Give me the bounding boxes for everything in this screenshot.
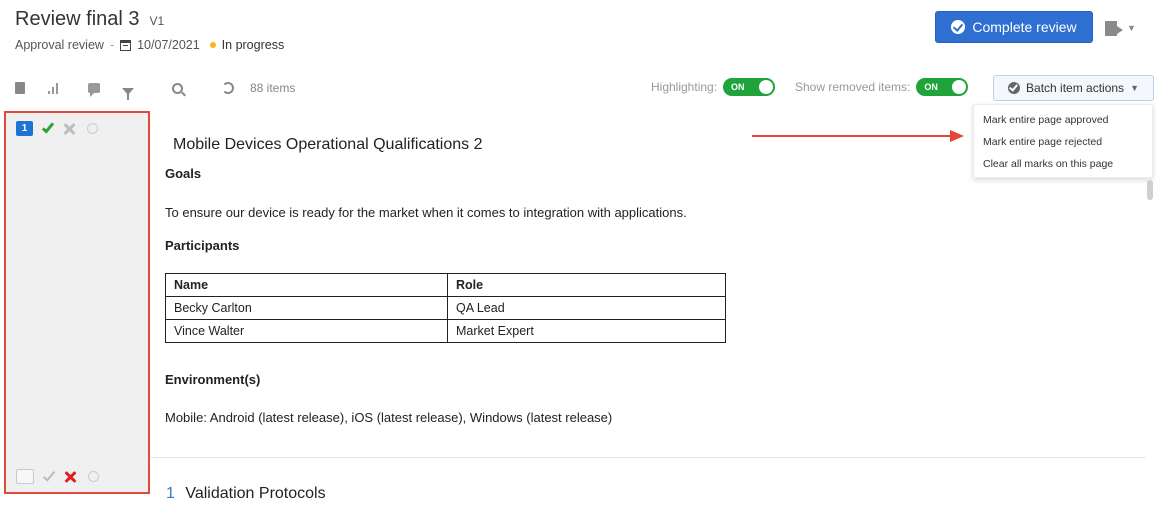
review-type: Approval review [15, 38, 104, 52]
table-row: Becky Carlton QA Lead [165, 296, 726, 320]
chevron-down-icon: ▼ [1127, 23, 1136, 33]
table-cell: Vince Walter [165, 319, 448, 343]
document-icon [15, 82, 25, 94]
refresh-icon [222, 82, 234, 94]
toolbar: 88 items Highlighting: ON Show removed i… [0, 72, 1156, 106]
highlighting-toggle[interactable]: ON [723, 78, 776, 96]
section-heading[interactable]: 1 Validation Protocols [166, 485, 326, 503]
top-marks-row: 1 [16, 120, 98, 136]
chevron-down-icon: ▼ [1130, 83, 1139, 93]
show-removed-group: Show removed items: ON [795, 78, 969, 96]
page-title: Review final 3 [15, 8, 140, 30]
environment-text: Mobile: Android (latest release), iOS (l… [165, 410, 613, 425]
bottom-marks-row [16, 468, 99, 484]
check-circle-icon [951, 20, 966, 34]
reject-x-icon[interactable] [64, 471, 76, 483]
batch-item-actions-button[interactable]: Batch item actions ▼ [993, 75, 1154, 101]
comment-box-icon[interactable] [16, 469, 34, 484]
complete-review-label: Complete review [972, 19, 1077, 35]
table-header-row: Name Role [165, 273, 726, 297]
scrollbar-thumb[interactable] [1147, 180, 1153, 200]
export-button[interactable]: ▼ [1105, 16, 1145, 40]
search-icon [172, 82, 183, 94]
approve-check-icon[interactable] [42, 468, 56, 482]
show-removed-toggle[interactable]: ON [916, 78, 969, 96]
refresh-button[interactable] [222, 81, 234, 95]
table-cell: Market Expert [447, 319, 726, 343]
meta-separator: - [109, 38, 115, 52]
table-cell: Becky Carlton [165, 296, 448, 320]
comments-button[interactable] [88, 81, 100, 97]
approve-check-icon[interactable] [41, 120, 55, 134]
review-meta: Approval review - 10/07/2021 In progress [15, 38, 284, 52]
review-header: Review final 3 V1 Approval review - 10/0… [0, 0, 1156, 64]
participants-table: Name Role Becky Carlton QA Lead Vince Wa… [165, 273, 726, 343]
reject-x-icon[interactable] [63, 123, 75, 135]
complete-review-button[interactable]: Complete review [935, 11, 1093, 43]
status-dot-icon [209, 42, 216, 48]
section-title: Validation Protocols [185, 485, 326, 502]
column-header: Role [447, 273, 726, 297]
column-header: Name [165, 273, 448, 297]
document-view-button[interactable] [15, 81, 25, 95]
environment-heading: Environment(s) [165, 372, 261, 387]
participants-heading: Participants [165, 238, 240, 253]
review-marks-sidebar: 1 [4, 111, 150, 494]
clear-mark-icon[interactable] [87, 123, 98, 134]
batch-item-actions-label: Batch item actions [1026, 81, 1125, 95]
clear-mark-icon[interactable] [88, 471, 99, 482]
filter-button[interactable] [122, 84, 134, 100]
comment-count-badge[interactable]: 1 [16, 121, 33, 136]
export-icon [1105, 20, 1123, 36]
table-cell: QA Lead [447, 296, 726, 320]
highlighting-group: Highlighting: ON [651, 78, 776, 96]
title-row: Review final 3 V1 [15, 8, 164, 31]
goals-heading: Goals [165, 166, 202, 181]
section-number: 1 [166, 485, 175, 502]
document-content: Mobile Devices Operational Qualification… [150, 111, 1146, 529]
goals-text: To ensure our device is ready for the ma… [165, 205, 687, 220]
calendar-icon [120, 39, 132, 51]
document-title: Mobile Devices Operational Qualification… [173, 136, 483, 153]
section-divider [150, 457, 1146, 458]
filter-icon [122, 87, 134, 100]
check-circle-icon [1008, 82, 1021, 94]
table-row: Vince Walter Market Expert [165, 319, 726, 343]
items-count: 88 items [250, 81, 296, 95]
version-label: V1 [149, 14, 165, 28]
show-removed-label: Show removed items: [795, 80, 911, 94]
statistics-button[interactable] [48, 81, 60, 95]
status-text: In progress [221, 38, 285, 52]
search-button[interactable] [172, 81, 183, 95]
review-date: 10/07/2021 [137, 38, 200, 52]
chart-icon [48, 82, 60, 94]
highlighting-label: Highlighting: [651, 80, 718, 94]
comment-icon [88, 83, 100, 97]
